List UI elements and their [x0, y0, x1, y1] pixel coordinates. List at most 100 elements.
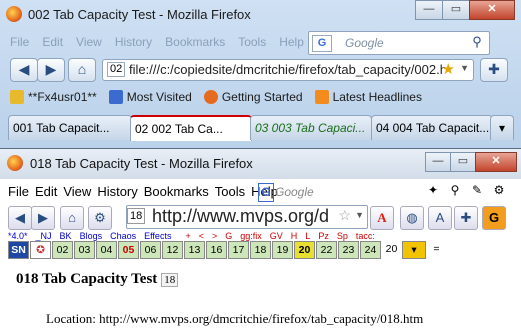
new-tab-plus-icon[interactable]: ✚	[454, 206, 478, 230]
google-engine-icon[interactable]: G	[312, 35, 332, 52]
tab-number[interactable]: 17	[228, 241, 249, 259]
google-engine-icon[interactable]: G	[258, 183, 274, 202]
tab-number[interactable]: 03	[74, 241, 95, 259]
tab-number[interactable]: 24	[360, 241, 381, 259]
font-a-icon[interactable]: A	[370, 206, 394, 230]
menu-history[interactable]: History	[97, 184, 137, 199]
tab-004[interactable]: 04 004 Tab Capacit...	[371, 115, 493, 140]
bookmark-link[interactable]: *4.0*	[8, 231, 28, 241]
menu-edit[interactable]: Edit	[35, 184, 57, 199]
bookmark-most-visited[interactable]: Most Visited	[108, 90, 192, 104]
close-button[interactable]: ✕	[475, 152, 517, 172]
tab-number[interactable]: 04	[96, 241, 117, 259]
tab-number[interactable]: 18	[250, 241, 271, 259]
tab-003[interactable]: 03 003 Tab Capaci...	[250, 115, 372, 140]
bookmark-link[interactable]: Pz	[318, 231, 329, 241]
bookmark-link[interactable]: <	[199, 231, 204, 241]
close-button[interactable]: ✕	[469, 0, 515, 20]
bookmark-link[interactable]: >	[212, 231, 217, 241]
menu-history[interactable]: History	[115, 35, 152, 49]
tab-number[interactable]: 02	[52, 241, 73, 259]
url-dropdown-icon[interactable]: ▼	[460, 63, 469, 73]
bookmark-link[interactable]: Sp	[337, 231, 348, 241]
bookmark-link[interactable]: GV	[270, 231, 283, 241]
magnifier-icon[interactable]: ⚲	[446, 181, 464, 199]
search-icon[interactable]: ⚲	[468, 34, 486, 52]
forward-button[interactable]: ▶	[31, 206, 55, 230]
back-search-box[interactable]: G Google ⚲	[308, 31, 490, 55]
tab-number-current[interactable]: 20	[294, 241, 315, 259]
bookmark-link[interactable]: H	[291, 231, 298, 241]
back-button[interactable]: ◀	[8, 206, 32, 230]
tab-firefox-icon[interactable]: ✪	[30, 241, 51, 259]
menu-file[interactable]: File	[8, 184, 29, 199]
menu-file[interactable]: File	[10, 35, 29, 49]
bookmark-link[interactable]: Blogs	[80, 231, 103, 241]
font-small-a-icon[interactable]: A	[428, 206, 452, 230]
pen-icon[interactable]: ✎	[468, 181, 486, 199]
minimize-button[interactable]: —	[425, 152, 451, 172]
back-url-bar[interactable]: 02 file:///c:/copiedsite/dmcritchie/fire…	[102, 59, 474, 81]
url-dropdown-icon[interactable]: ▼	[355, 210, 364, 220]
bookmark-link[interactable]: gg:fix	[240, 231, 262, 241]
bookmark-link[interactable]: G	[225, 231, 232, 241]
rss-icon	[314, 90, 329, 104]
bookmark-link[interactable]: tacc:	[356, 231, 375, 241]
tab-number[interactable]: 05	[118, 241, 139, 259]
forward-button[interactable]: ▶	[37, 58, 65, 82]
bookmark-link[interactable]: Effects	[144, 231, 171, 241]
url-text[interactable]: http://www.mvps.org/d	[152, 206, 332, 227]
folder-icon	[10, 90, 24, 104]
menu-view[interactable]: View	[76, 35, 102, 49]
bookmark-fx4usr01[interactable]: **Fx4usr01**	[10, 90, 97, 104]
menu-edit[interactable]: Edit	[42, 35, 63, 49]
tab-list-dropdown[interactable]: ▾	[402, 241, 426, 259]
home-icon[interactable]: ⌂	[68, 58, 96, 82]
tab-002[interactable]: 02 002 Tab Ca...	[130, 115, 252, 141]
color-palette-icon[interactable]: ◍	[400, 206, 424, 230]
tab-001[interactable]: 001 Tab Capacit...	[8, 115, 132, 140]
back-bookmarks-toolbar: **Fx4usr01** Most Visited Getting Starte…	[10, 90, 422, 104]
sn-badge[interactable]: SN	[8, 241, 29, 259]
menu-tools[interactable]: Tools	[215, 184, 245, 199]
tab-number[interactable]: 16	[206, 241, 227, 259]
magic-wand-icon[interactable]: ✦	[424, 181, 442, 199]
bookmark-latest-headlines[interactable]: Latest Headlines	[314, 90, 422, 104]
url-tab-number: 18	[127, 208, 146, 224]
tab-list-dropdown[interactable]: ▾	[490, 115, 514, 140]
minimize-button[interactable]: —	[415, 0, 443, 20]
bookmark-link[interactable]: Chaos	[110, 231, 136, 241]
bookmark-link[interactable]: L	[305, 231, 310, 241]
front-url-bar[interactable]: 18 http://www.mvps.org/d ☆ ▼	[126, 205, 368, 229]
tab-number[interactable]: 22	[316, 241, 337, 259]
bookmark-link[interactable]: _NJ	[36, 231, 52, 241]
maximize-button[interactable]: ▭	[442, 0, 470, 20]
back-nav-toolbar: ◀ ▶ ⌂ 02 file:///c:/copiedsite/dmcritchi…	[10, 58, 515, 82]
bookmark-star-icon[interactable]: ☆	[338, 207, 351, 224]
user-gear-icon[interactable]: ⚙	[88, 206, 112, 230]
bookmark-link[interactable]: BK	[60, 231, 72, 241]
tools-icon[interactable]: ⚙	[490, 181, 508, 199]
menu-help[interactable]: Help	[279, 35, 304, 49]
g-addon-icon[interactable]: G	[482, 206, 506, 230]
firefox-logo-icon	[6, 6, 22, 22]
tab-number[interactable]: 19	[272, 241, 293, 259]
tab-number[interactable]: 23	[338, 241, 359, 259]
front-bookmarks-toolbar: *4.0* _NJ BK Blogs Chaos Effects + < > G…	[8, 231, 375, 241]
back-button[interactable]: ◀	[10, 58, 38, 82]
menu-view[interactable]: View	[63, 184, 91, 199]
home-icon[interactable]: ⌂	[60, 206, 84, 230]
menu-bookmarks[interactable]: Bookmarks	[144, 184, 209, 199]
maximize-button[interactable]: ▭	[450, 152, 476, 172]
bookmark-link[interactable]: +	[185, 231, 190, 241]
tab-number[interactable]: 12	[162, 241, 183, 259]
tab-number[interactable]: 06	[140, 241, 161, 259]
front-search-box[interactable]: Google	[275, 185, 415, 199]
tab-number[interactable]: 13	[184, 241, 205, 259]
bookmark-getting-started[interactable]: Getting Started	[203, 90, 303, 104]
bookmark-star-icon[interactable]: ★	[442, 60, 455, 78]
new-tab-plus-icon[interactable]: ✚	[480, 58, 508, 82]
menu-bookmarks[interactable]: Bookmarks	[165, 35, 225, 49]
menu-tools[interactable]: Tools	[238, 35, 266, 49]
url-text[interactable]: file:///c:/copiedsite/dmcritchie/firefox…	[129, 62, 445, 77]
